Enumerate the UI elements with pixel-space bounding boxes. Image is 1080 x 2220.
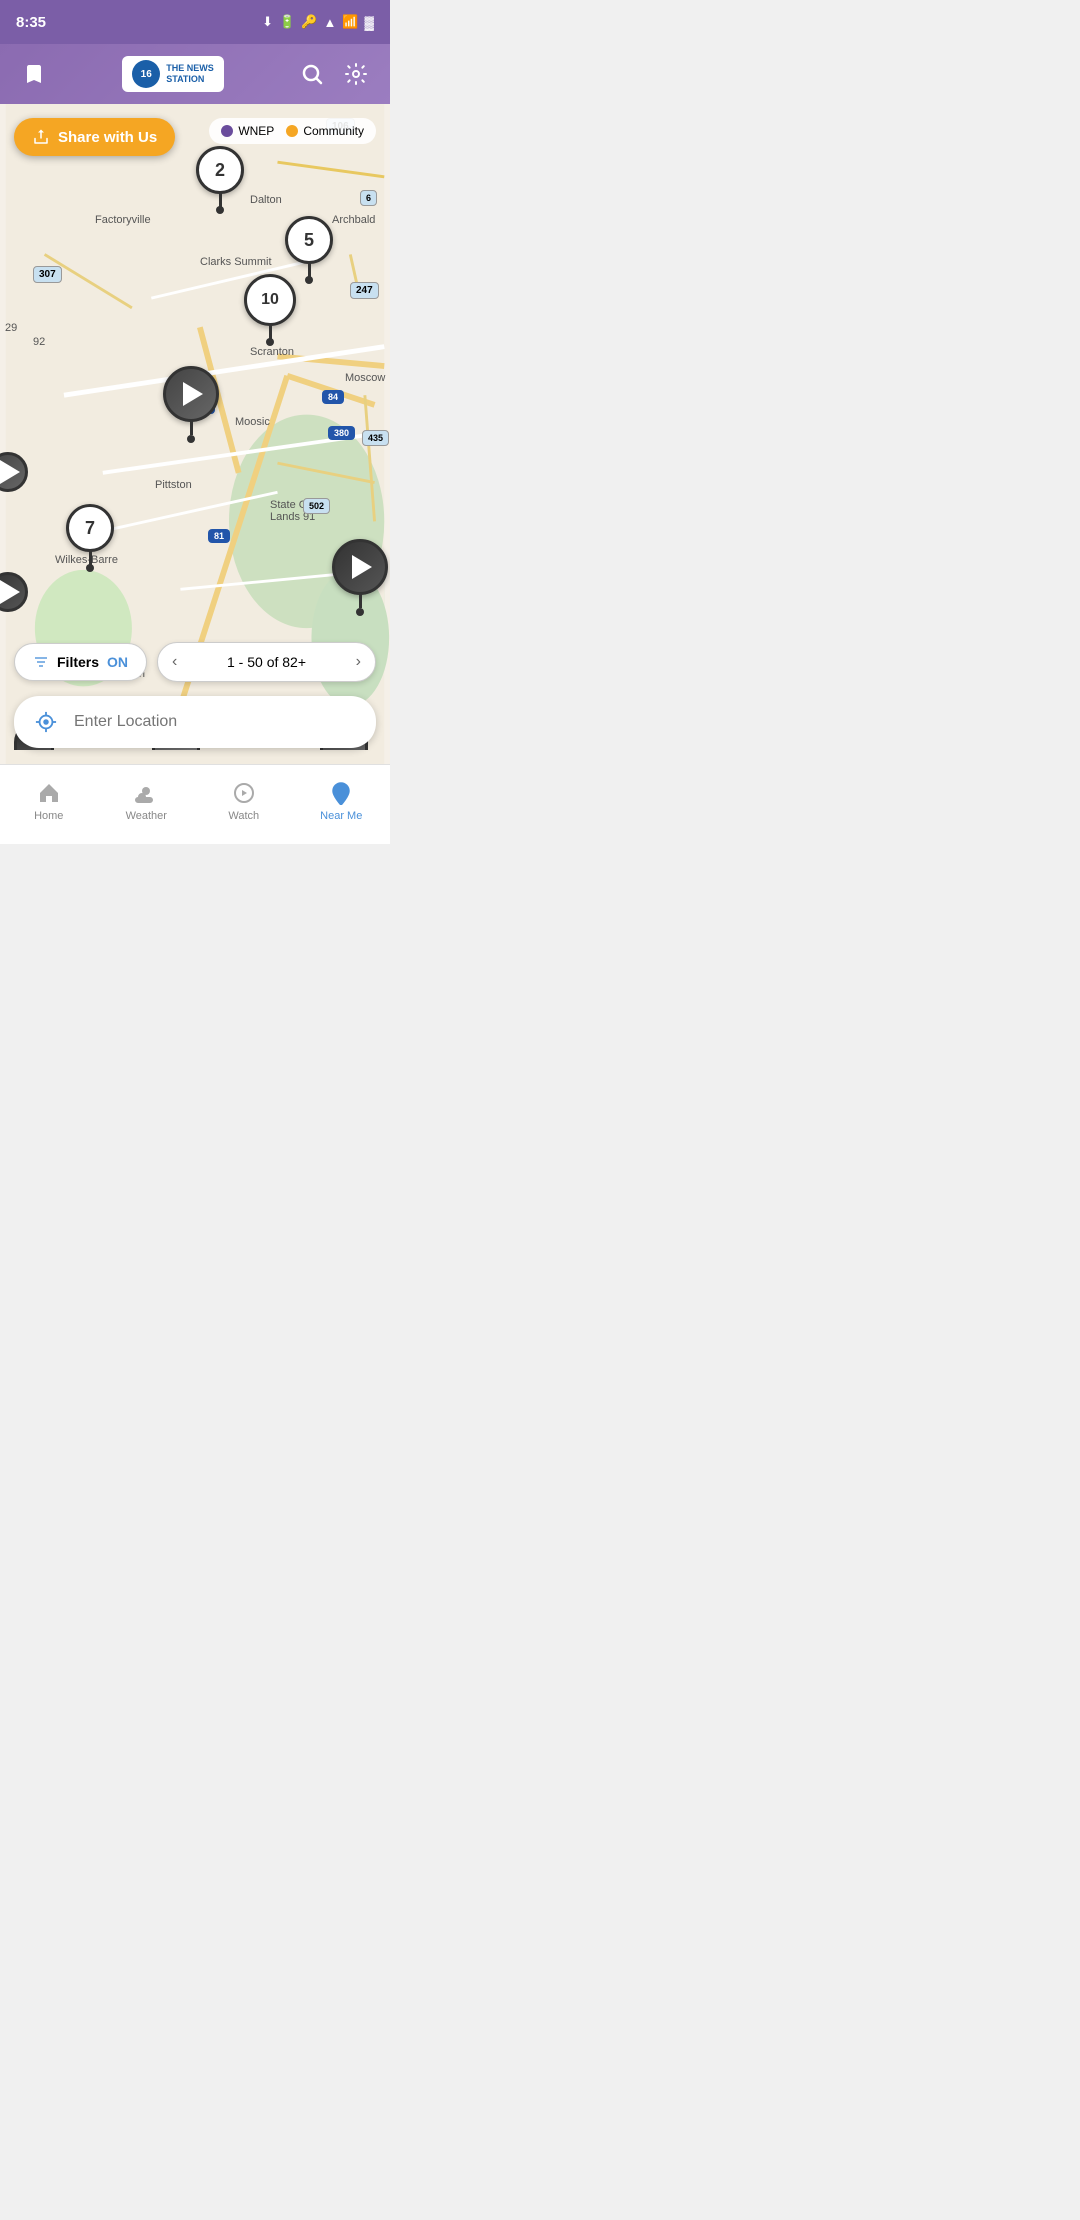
map-legend: WNEP Community (209, 118, 376, 144)
my-location-button[interactable] (30, 706, 62, 738)
map-pin-7[interactable]: 7 (66, 504, 114, 572)
legend-dot-wnep (221, 125, 233, 137)
legend-wnep: WNEP (221, 124, 274, 138)
pin-tail-7 (89, 551, 92, 565)
pin-tail-5 (308, 263, 311, 277)
highway-badge-307: 307 (33, 266, 62, 283)
pin-dot-2 (216, 206, 224, 214)
header: 16 THE NEWS STATION (0, 44, 390, 104)
highway-badge-502: 502 (303, 498, 330, 514)
edge-pin-left-2[interactable] (0, 572, 28, 612)
location-input[interactable] (74, 713, 360, 731)
pin-bubble-10: 10 (244, 274, 296, 326)
nav-label-watch: Watch (228, 810, 259, 822)
pin-dot-5 (305, 276, 313, 284)
legend-community: Community (286, 124, 364, 138)
watch-icon (231, 780, 257, 806)
edge-pin-left-1[interactable] (0, 452, 28, 492)
legend-wnep-label: WNEP (238, 124, 274, 138)
legend-community-label: Community (303, 124, 364, 138)
near-me-icon (328, 780, 354, 806)
play-icon-2 (352, 555, 372, 579)
nav-item-weather[interactable]: Weather (98, 765, 196, 844)
filters-status: ON (107, 654, 128, 670)
filters-bar: Filters ON ‹ 1 - 50 of 82+ › (0, 636, 390, 688)
settings-button[interactable] (338, 56, 374, 92)
search-button[interactable] (294, 56, 330, 92)
prev-page-button[interactable]: ‹ (172, 653, 177, 671)
edge-play-icon-1 (0, 460, 20, 484)
wifi-icon: ▲ (323, 15, 336, 30)
location-icon (35, 711, 57, 733)
filters-label: Filters (57, 654, 99, 670)
pin-bubble-2: 2 (196, 146, 244, 194)
nav-item-home[interactable]: Home (0, 765, 98, 844)
download-icon: ⬇ (262, 14, 273, 30)
video-pin-1[interactable] (163, 366, 219, 443)
share-with-us-button[interactable]: Share with Us (14, 118, 175, 156)
highway-shield-84: 84 (322, 390, 344, 404)
highway-badge-247: 247 (350, 282, 379, 299)
edge-video-bubble-1 (0, 452, 28, 492)
nav-item-watch[interactable]: Watch (195, 765, 293, 844)
video-pin-tail-2 (359, 594, 362, 608)
highway-shield-81: 81 (208, 529, 230, 543)
video-pin-dot-2 (356, 608, 364, 616)
legend-dot-community (286, 125, 298, 137)
video-bubble-2 (332, 539, 388, 595)
share-button-label: Share with Us (58, 129, 157, 146)
app-logo: 16 THE NEWS STATION (122, 54, 224, 94)
filter-icon (33, 654, 49, 670)
video-pin-tail-1 (190, 421, 193, 435)
map-pin-10[interactable]: 10 (244, 274, 296, 346)
edge-play-icon-2 (0, 580, 20, 604)
highway-badge-6: 6 (360, 190, 377, 206)
nav-item-near-me[interactable]: Near Me (293, 765, 391, 844)
header-actions (294, 56, 374, 92)
pin-tail-2 (219, 193, 222, 207)
nav-label-home: Home (34, 810, 63, 822)
map-pin-2[interactable]: 2 (196, 146, 244, 214)
bookmark-button[interactable] (16, 56, 52, 92)
pin-tail-10 (269, 325, 272, 339)
battery-icon: ▓ (365, 15, 374, 30)
logo-text: THE NEWS STATION (166, 63, 214, 85)
logo-number: 16 (132, 60, 160, 88)
key-icon: 🔑 (301, 14, 317, 30)
video-bubble-1 (163, 366, 219, 422)
pagination-bar: ‹ 1 - 50 of 82+ › (157, 642, 376, 682)
weather-icon (133, 780, 159, 806)
nav-label-weather: Weather (126, 810, 167, 822)
upload-icon (32, 128, 50, 146)
signal-icon: 📶 (342, 14, 358, 30)
video-pin-2[interactable] (332, 539, 388, 616)
next-page-button[interactable]: › (356, 653, 361, 671)
video-pin-dot-1 (187, 435, 195, 443)
home-icon (36, 780, 62, 806)
pin-dot-7 (86, 564, 94, 572)
highway-shield-380: 380 (328, 426, 355, 440)
location-search-bar (14, 696, 376, 748)
status-bar: 8:35 ⬇ 🔋 🔑 ▲ 📶 ▓ (0, 0, 390, 44)
bottom-nav: Home Weather Watch Near Me (0, 764, 390, 844)
pin-dot-10 (266, 338, 274, 346)
filters-button[interactable]: Filters ON (14, 643, 147, 681)
highway-badge-435: 435 (362, 430, 389, 446)
battery-low-icon: 🔋 (279, 14, 295, 30)
pin-bubble-7: 7 (66, 504, 114, 552)
pagination-text: 1 - 50 of 82+ (227, 654, 306, 670)
play-icon-1 (183, 382, 203, 406)
nav-label-near-me: Near Me (320, 810, 362, 822)
edge-video-bubble-2 (0, 572, 28, 612)
status-icons: ⬇ 🔋 🔑 ▲ 📶 ▓ (262, 14, 374, 30)
pin-bubble-5: 5 (285, 216, 333, 264)
status-time: 8:35 (16, 14, 46, 31)
